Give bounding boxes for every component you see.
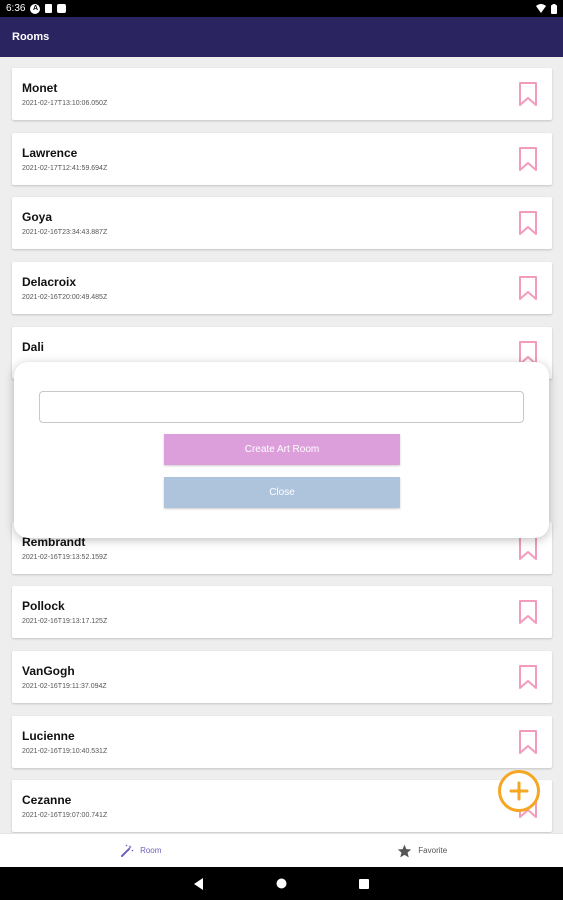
app-bar: Rooms: [0, 17, 563, 57]
room-name: Goya: [22, 210, 53, 224]
room-card-vangogh[interactable]: VanGogh 2021-02-16T19:11:37.094Z: [12, 651, 552, 703]
page-title: Rooms: [12, 31, 50, 43]
room-name: Pollock: [22, 599, 65, 613]
bookmark-icon[interactable]: [518, 535, 538, 561]
add-room-fab[interactable]: [498, 770, 540, 812]
room-name: Lucienne: [22, 729, 75, 743]
room-card-lucienne[interactable]: Lucienne 2021-02-16T19:10:40.531Z: [12, 716, 552, 768]
room-name: Monet: [22, 81, 58, 95]
status-time: 6:36: [6, 3, 26, 14]
bookmark-icon[interactable]: [518, 729, 538, 755]
bookmark-icon[interactable]: [518, 599, 538, 625]
room-date: 2021-02-17T12:41:59.694Z: [22, 165, 108, 172]
close-button[interactable]: Close: [164, 477, 400, 508]
room-date: 2021-02-16T19:10:40.531Z: [22, 748, 108, 755]
tab-room[interactable]: Room: [0, 834, 282, 867]
app-notification-icon: A: [30, 3, 41, 14]
add-icon: [509, 781, 529, 801]
room-card-pollock[interactable]: Pollock 2021-02-16T19:13:17.125Z: [12, 586, 552, 638]
room-card-lawrence[interactable]: Lawrence 2021-02-17T12:41:59.694Z: [12, 133, 552, 185]
bookmark-icon[interactable]: [518, 664, 538, 690]
tab-favorite[interactable]: Favorite: [282, 834, 563, 867]
status-bar: 6:36 A: [0, 0, 563, 17]
room-card-monet[interactable]: Monet 2021-02-17T13:10:06.050Z: [12, 68, 552, 120]
magic-wand-icon: [121, 844, 134, 857]
bookmark-icon[interactable]: [518, 81, 538, 107]
wifi-icon: [536, 4, 546, 13]
bookmark-icon[interactable]: [518, 146, 538, 172]
star-icon: [398, 844, 412, 857]
room-date: 2021-02-16T19:07:00.741Z: [22, 812, 108, 819]
room-date: 2021-02-16T20:00:49.485Z: [22, 294, 108, 301]
room-name: Cezanne: [22, 793, 72, 807]
room-name: Lawrence: [22, 146, 78, 160]
room-card-goya[interactable]: Goya 2021-02-16T23:34:43.887Z: [12, 197, 552, 249]
tab-room-label: Room: [140, 846, 162, 855]
room-card-delacroix[interactable]: Delacroix 2021-02-16T20:00:49.485Z: [12, 262, 552, 314]
bottom-navigation: Room Favorite: [0, 833, 563, 867]
room-name: Dali: [22, 340, 45, 354]
room-date: 2021-02-17T13:10:06.050Z: [22, 100, 108, 107]
room-date: 2021-02-16T23:34:43.887Z: [22, 229, 108, 236]
home-icon[interactable]: [276, 878, 287, 889]
room-card-cezanne[interactable]: Cezanne 2021-02-16T19:07:00.741Z: [12, 780, 552, 832]
create-room-dialog: Create Art Room Close: [14, 362, 549, 538]
sd-card-icon: [45, 4, 53, 13]
room-name-input[interactable]: [39, 391, 524, 423]
notification-icon: [57, 4, 67, 13]
room-name: Delacroix: [22, 275, 77, 289]
back-icon[interactable]: [194, 877, 204, 890]
tab-favorite-label: Favorite: [418, 846, 448, 855]
room-name: VanGogh: [22, 664, 75, 678]
room-date: 2021-02-16T19:11:37.094Z: [22, 683, 107, 690]
room-date: 2021-02-16T19:13:52.159Z: [22, 554, 108, 561]
system-navigation-bar: [0, 867, 563, 900]
create-art-room-button[interactable]: Create Art Room: [164, 434, 400, 465]
room-date: 2021-02-16T19:13:17.125Z: [22, 618, 108, 625]
bookmark-icon[interactable]: [518, 210, 538, 236]
bookmark-icon[interactable]: [518, 275, 538, 301]
battery-icon: [551, 3, 557, 14]
recents-icon[interactable]: [359, 878, 369, 889]
